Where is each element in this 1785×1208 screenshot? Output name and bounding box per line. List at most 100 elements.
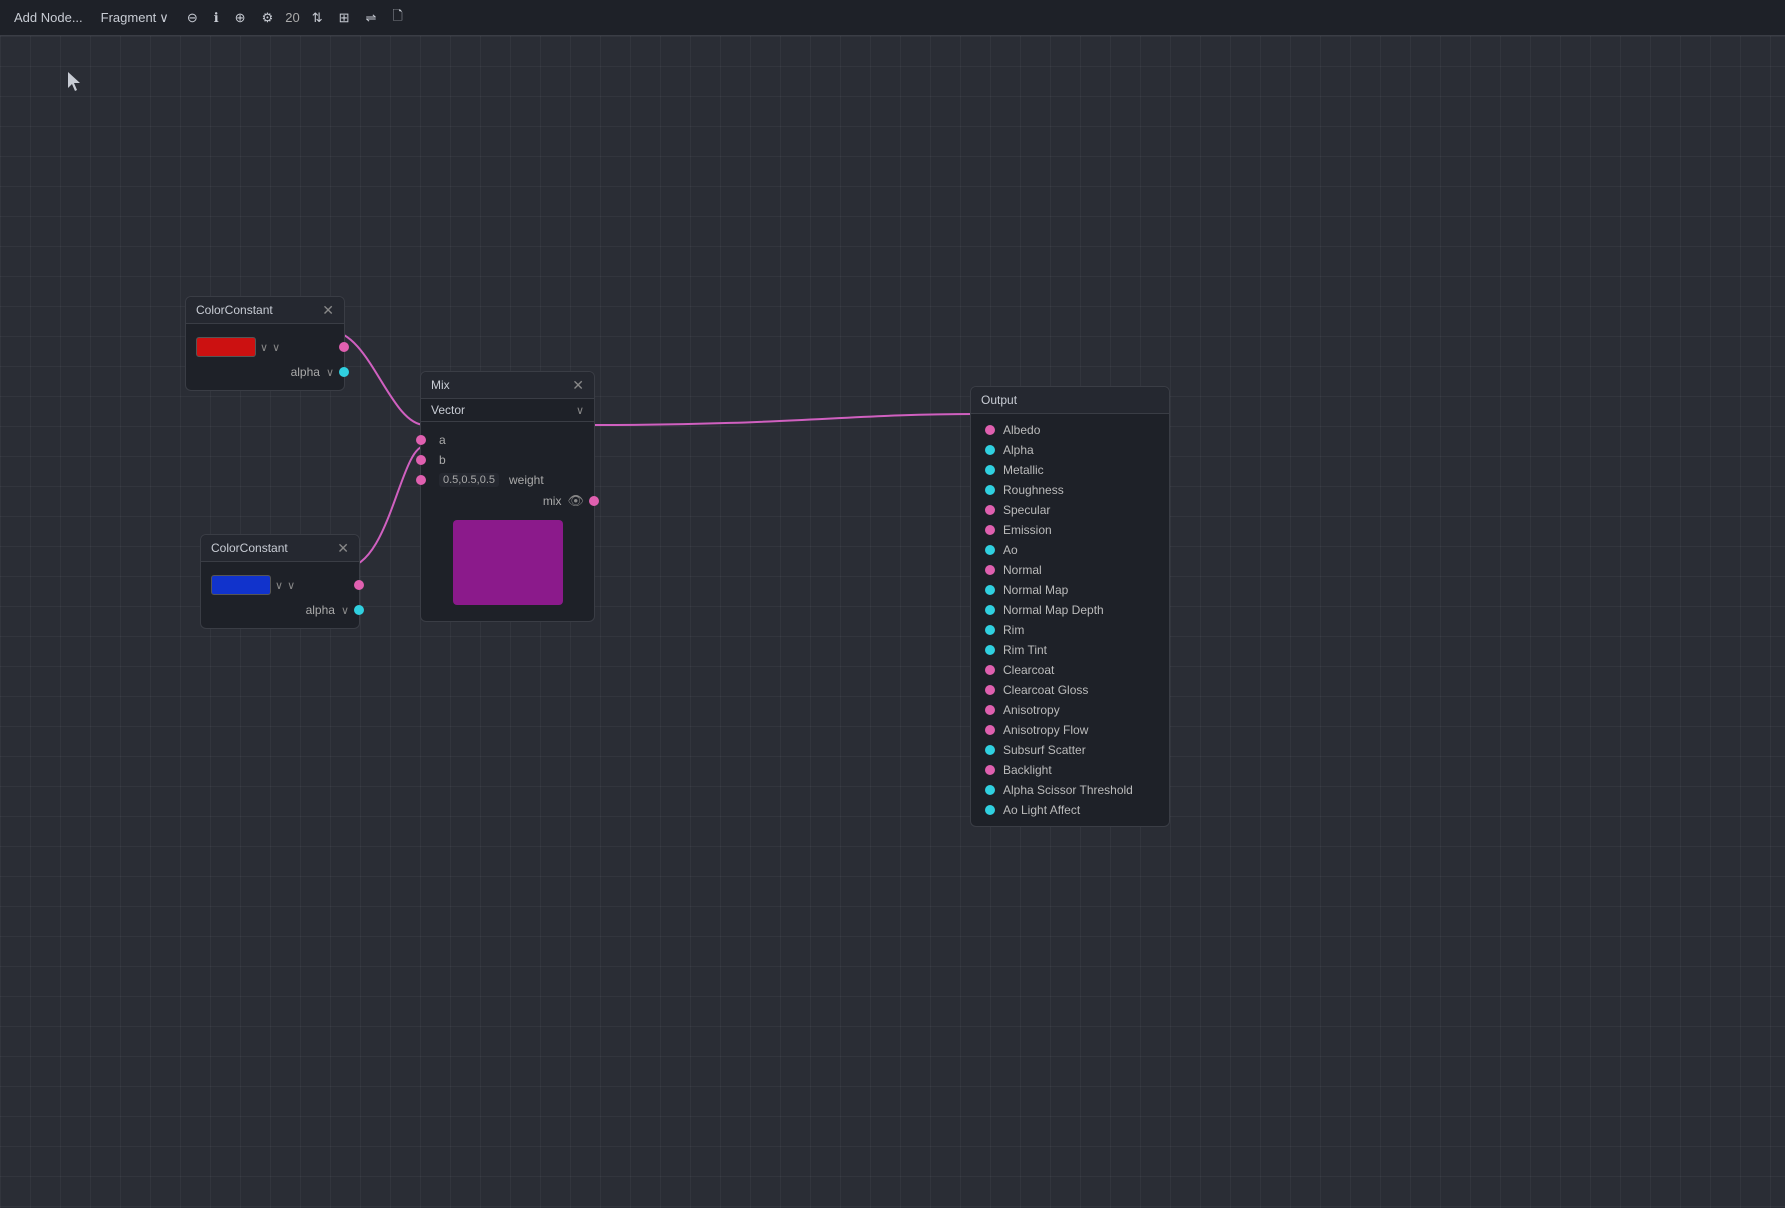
output-port-dot-albedo[interactable] bbox=[985, 425, 995, 435]
eye-icon[interactable]: 👁 bbox=[567, 493, 584, 509]
output-port-label-emission: Emission bbox=[1003, 523, 1052, 537]
settings-button[interactable]: ⚙ bbox=[258, 8, 278, 28]
fragment-dropdown[interactable]: Fragment ∨ bbox=[95, 8, 175, 28]
info-button[interactable]: ℹ bbox=[210, 8, 223, 28]
swatch-arrow-1[interactable]: ∨ bbox=[260, 341, 268, 354]
mix-body: a b 0.5,0.5,0.5 weight mix 👁 bbox=[421, 422, 594, 621]
minus-button[interactable]: ⊖ bbox=[183, 8, 202, 28]
output-port-dot-specular[interactable] bbox=[985, 505, 995, 515]
output-port-label-anisotropy: Anisotropy bbox=[1003, 703, 1060, 717]
color-constant-2-close[interactable]: ✕ bbox=[337, 541, 349, 555]
output-port-row: Alpha bbox=[971, 440, 1169, 460]
up-down-button[interactable]: ⇅ bbox=[308, 8, 327, 28]
swatch-down-1[interactable]: ∨ bbox=[272, 341, 280, 354]
output-port-row: Normal bbox=[971, 560, 1169, 580]
output-port-label-alpha: Alpha bbox=[1003, 443, 1034, 457]
mix-type-chevron[interactable]: ∨ bbox=[576, 404, 584, 417]
color-out-port-1[interactable] bbox=[339, 342, 349, 352]
output-body: AlbedoAlphaMetallicRoughnessSpecularEmis… bbox=[971, 414, 1169, 826]
output-port-row: Ao Light Affect bbox=[971, 800, 1169, 820]
mix-port-a-in[interactable] bbox=[416, 435, 426, 445]
alpha-label-2: alpha bbox=[306, 603, 335, 617]
mix-node: Mix ✕ Vector ∨ a b 0.5,0.5,0.5 weight bbox=[420, 371, 595, 622]
output-port-label-backlight: Backlight bbox=[1003, 763, 1052, 777]
color-constant-1-close[interactable]: ✕ bbox=[322, 303, 334, 317]
mix-out-row: mix 👁 bbox=[421, 490, 594, 512]
color-constant-2-title: ColorConstant bbox=[211, 541, 288, 555]
mix-title: Mix bbox=[431, 378, 450, 392]
mix-close[interactable]: ✕ bbox=[572, 378, 584, 392]
output-port-label-metallic: Metallic bbox=[1003, 463, 1044, 477]
alpha-arrow-1[interactable]: ∨ bbox=[326, 366, 334, 379]
mix-a-label: a bbox=[439, 433, 446, 447]
output-port-row: Alpha Scissor Threshold bbox=[971, 780, 1169, 800]
output-port-dot-rim-tint[interactable] bbox=[985, 645, 995, 655]
mix-port-a-row: a bbox=[421, 430, 594, 450]
output-port-label-rim-tint: Rim Tint bbox=[1003, 643, 1047, 657]
mix-weight-row: 0.5,0.5,0.5 weight bbox=[421, 470, 594, 490]
output-port-dot-ao[interactable] bbox=[985, 545, 995, 555]
output-port-label-subsurf-scatter: Subsurf Scatter bbox=[1003, 743, 1086, 757]
color-constant-2-body: ∨ ∨ alpha ∨ bbox=[201, 562, 359, 628]
zoom-in-button[interactable]: ⊕ bbox=[231, 8, 250, 28]
output-port-label-anisotropy-flow: Anisotropy Flow bbox=[1003, 723, 1088, 737]
mix-out-port[interactable] bbox=[589, 496, 599, 506]
output-port-label-clearcoat-gloss: Clearcoat Gloss bbox=[1003, 683, 1088, 697]
mix-type-row: Vector ∨ bbox=[421, 399, 594, 422]
output-port-row: Anisotropy bbox=[971, 700, 1169, 720]
mix-header: Mix ✕ bbox=[421, 372, 594, 399]
output-port-label-roughness: Roughness bbox=[1003, 483, 1064, 497]
output-port-dot-normal-map-depth[interactable] bbox=[985, 605, 995, 615]
output-port-dot-clearcoat-gloss[interactable] bbox=[985, 685, 995, 695]
output-port-row: Clearcoat Gloss bbox=[971, 680, 1169, 700]
output-port-label-ao-light-affect: Ao Light Affect bbox=[1003, 803, 1080, 817]
output-port-dot-rim[interactable] bbox=[985, 625, 995, 635]
canvas: ColorConstant ✕ ∨ ∨ alpha ∨ ColorConstan… bbox=[0, 36, 1785, 1208]
output-port-dot-metallic[interactable] bbox=[985, 465, 995, 475]
output-port-dot-backlight[interactable] bbox=[985, 765, 995, 775]
output-port-row: Albedo bbox=[971, 420, 1169, 440]
output-port-dot-normal-map[interactable] bbox=[985, 585, 995, 595]
color-constant-1-header: ColorConstant ✕ bbox=[186, 297, 344, 324]
swatch-down-2[interactable]: ∨ bbox=[287, 579, 295, 592]
alpha-port-2[interactable] bbox=[354, 605, 364, 615]
output-port-label-normal-map-depth: Normal Map Depth bbox=[1003, 603, 1104, 617]
color-out-port-2[interactable] bbox=[354, 580, 364, 590]
output-port-label-rim: Rim bbox=[1003, 623, 1024, 637]
mix-port-b-in[interactable] bbox=[416, 455, 426, 465]
mix-weight-value: 0.5,0.5,0.5 bbox=[439, 473, 499, 487]
output-port-row: Normal Map bbox=[971, 580, 1169, 600]
color-swatch-1[interactable] bbox=[196, 337, 256, 357]
output-port-label-normal: Normal bbox=[1003, 563, 1042, 577]
grid-button[interactable]: ⊞ bbox=[335, 8, 354, 28]
file-button[interactable]: 🗋 bbox=[388, 5, 406, 31]
output-port-dot-subsurf-scatter[interactable] bbox=[985, 745, 995, 755]
output-port-dot-anisotropy[interactable] bbox=[985, 705, 995, 715]
mix-preview bbox=[453, 520, 563, 605]
output-port-dot-anisotropy-flow[interactable] bbox=[985, 725, 995, 735]
alpha-arrow-2[interactable]: ∨ bbox=[341, 604, 349, 617]
output-port-dot-alpha[interactable] bbox=[985, 445, 995, 455]
output-port-dot-ao-light-affect[interactable] bbox=[985, 805, 995, 815]
alpha-port-1[interactable] bbox=[339, 367, 349, 377]
zoom-level: 20 bbox=[285, 10, 299, 25]
color-swatch-row-2: ∨ ∨ bbox=[201, 570, 359, 600]
output-port-dot-normal[interactable] bbox=[985, 565, 995, 575]
swatch-arrow-2[interactable]: ∨ bbox=[275, 579, 283, 592]
alpha-row-2: alpha ∨ bbox=[201, 600, 359, 620]
align-button[interactable]: ⇌ bbox=[362, 8, 381, 28]
output-port-dot-clearcoat[interactable] bbox=[985, 665, 995, 675]
output-port-row: Clearcoat bbox=[971, 660, 1169, 680]
mix-out-label: mix bbox=[543, 494, 562, 508]
color-swatch-2[interactable] bbox=[211, 575, 271, 595]
add-node-button[interactable]: Add Node... bbox=[10, 8, 87, 27]
color-constant-node-2: ColorConstant ✕ ∨ ∨ alpha ∨ bbox=[200, 534, 360, 629]
mix-weight-in[interactable] bbox=[416, 475, 426, 485]
output-port-dot-emission[interactable] bbox=[985, 525, 995, 535]
output-port-label-clearcoat: Clearcoat bbox=[1003, 663, 1054, 677]
mix-b-label: b bbox=[439, 453, 446, 467]
fragment-label: Fragment bbox=[101, 10, 157, 25]
mix-port-b-row: b bbox=[421, 450, 594, 470]
output-port-dot-alpha-scissor-threshold[interactable] bbox=[985, 785, 995, 795]
output-port-dot-roughness[interactable] bbox=[985, 485, 995, 495]
